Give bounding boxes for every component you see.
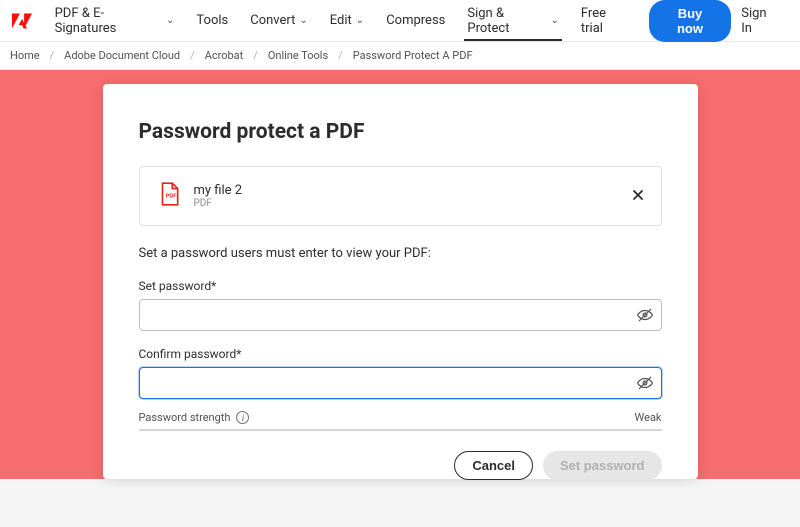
nav-menu: PDF & E-Signatures ⌄ Tools Convert ⌄ Edi…: [44, 0, 732, 41]
nav-sign-protect[interactable]: Sign & Protect ⌄: [456, 0, 570, 41]
confirm-password-field-wrap: [139, 367, 662, 399]
nav-label: Compress: [386, 13, 445, 28]
sign-in-link[interactable]: Sign In: [731, 6, 790, 36]
nav-pdf-esignatures[interactable]: PDF & E-Signatures ⌄: [44, 0, 186, 41]
file-row: PDF my file 2 PDF: [139, 166, 662, 226]
nav-label: Edit: [330, 13, 352, 28]
crumb-home[interactable]: Home: [10, 49, 40, 62]
nav-tools[interactable]: Tools: [185, 0, 239, 41]
info-icon[interactable]: i: [236, 411, 249, 424]
file-meta: my file 2 PDF: [194, 183, 619, 209]
toggle-visibility-button[interactable]: [636, 374, 654, 392]
breadcrumb-separator: /: [338, 49, 343, 62]
set-password-label: Set password*: [139, 279, 662, 293]
buy-now-button[interactable]: Buy now: [649, 0, 732, 42]
set-password-button[interactable]: Set password: [543, 451, 662, 480]
strength-label: Password strength: [139, 411, 231, 424]
nav-label: PDF & E-Signatures: [55, 6, 162, 36]
file-type: PDF: [194, 198, 619, 209]
action-row: Cancel Set password: [139, 451, 662, 480]
password-protect-card: Password protect a PDF PDF my file 2 PDF…: [103, 84, 698, 479]
toggle-visibility-button[interactable]: [636, 306, 654, 324]
confirm-password-label: Confirm password*: [139, 347, 662, 361]
crumb-acrobat[interactable]: Acrobat: [205, 49, 244, 62]
nav-edit[interactable]: Edit ⌄: [319, 0, 375, 41]
chevron-down-icon: ⌄: [299, 15, 307, 26]
nav-label: Free trial: [581, 6, 630, 36]
chevron-down-icon: ⌄: [356, 15, 364, 26]
chevron-down-icon: ⌄: [551, 15, 559, 26]
cancel-button[interactable]: Cancel: [454, 451, 533, 480]
nav-convert[interactable]: Convert ⌄: [239, 0, 319, 41]
strength-value: Weak: [635, 411, 662, 424]
pdf-file-icon: PDF: [156, 181, 182, 211]
svg-text:PDF: PDF: [165, 193, 177, 199]
top-nav: PDF & E-Signatures ⌄ Tools Convert ⌄ Edi…: [0, 0, 800, 42]
breadcrumb-separator: /: [190, 49, 195, 62]
instruction-text: Set a password users must enter to view …: [139, 246, 662, 261]
crumb-online-tools[interactable]: Online Tools: [268, 49, 328, 62]
adobe-logo-icon[interactable]: [8, 7, 36, 35]
nav-compress[interactable]: Compress: [375, 0, 456, 41]
remove-file-button[interactable]: [631, 187, 645, 206]
breadcrumb: Home / Adobe Document Cloud / Acrobat / …: [0, 42, 800, 70]
crumb-current: Password Protect A PDF: [353, 49, 473, 62]
breadcrumb-separator: /: [50, 49, 55, 62]
hero-background: Password protect a PDF PDF my file 2 PDF…: [0, 70, 800, 479]
footer-strip: [0, 479, 800, 527]
strength-bar: [139, 429, 662, 431]
confirm-password-input[interactable]: [139, 367, 662, 399]
chevron-down-icon: ⌄: [166, 15, 174, 26]
crumb-doc-cloud[interactable]: Adobe Document Cloud: [64, 49, 180, 62]
nav-label: Tools: [196, 13, 228, 28]
password-strength-row: Password strength i Weak: [139, 411, 662, 424]
nav-free-trial[interactable]: Free trial: [570, 0, 641, 41]
set-password-field-wrap: [139, 299, 662, 331]
page-title: Password protect a PDF: [139, 120, 662, 144]
nav-label: Convert: [250, 13, 295, 28]
breadcrumb-separator: /: [253, 49, 258, 62]
set-password-input[interactable]: [139, 299, 662, 331]
nav-label: Sign & Protect: [467, 6, 546, 36]
file-name: my file 2: [194, 183, 619, 198]
